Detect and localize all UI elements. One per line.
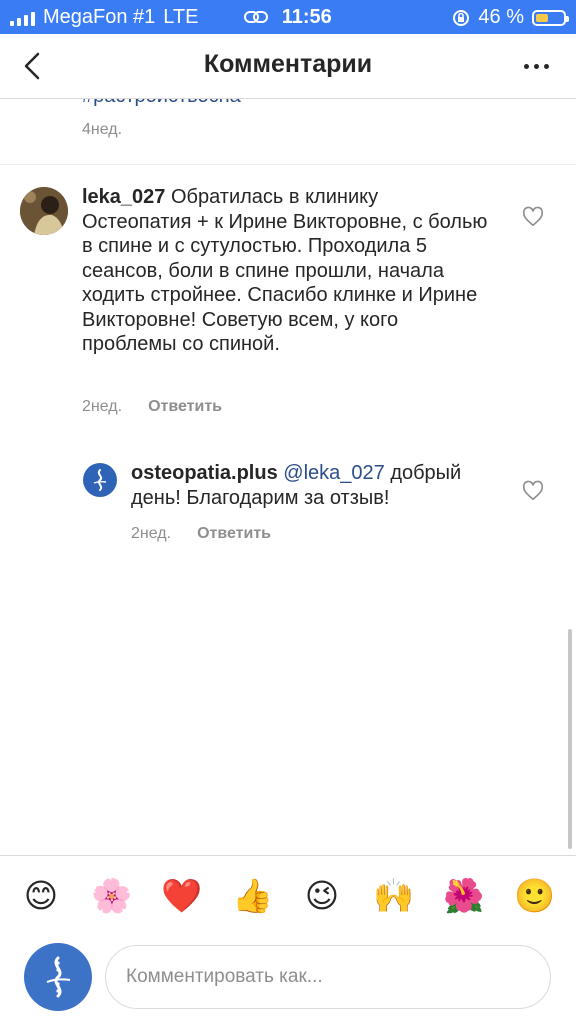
reply-button[interactable]: Ответить <box>197 525 271 543</box>
comments-list[interactable]: #растройствосна 4нед. leka_027 Обратилас… <box>0 99 576 855</box>
reply-body: osteopatia.plus @leka_027 добрый день! Б… <box>131 461 501 510</box>
emoji-raised-hands-button[interactable]: 🙌 <box>373 876 414 916</box>
page-title: Комментарии <box>203 50 373 78</box>
status-right: 46 % <box>452 6 569 29</box>
emoji-slight-smile-button[interactable]: 🙂 <box>514 876 555 916</box>
battery-fill <box>536 13 548 22</box>
battery-icon <box>532 9 569 26</box>
spine-logo-icon <box>46 956 71 998</box>
more-options-button[interactable] <box>518 48 554 84</box>
battery-percent: 46 % <box>478 6 524 28</box>
reply-username[interactable]: osteopatia.plus <box>131 462 278 484</box>
comment-text: Обратилась в клинику Остеопатия + к Ирин… <box>82 186 488 355</box>
emoji-heart-button[interactable]: ❤️ <box>161 876 202 916</box>
hashtag-link[interactable]: #растройствосна <box>82 99 241 108</box>
reply-avatar[interactable] <box>83 463 117 497</box>
status-time: 11:56 <box>281 6 332 28</box>
spine-logo-icon <box>93 469 107 491</box>
user-photo-icon <box>20 187 68 235</box>
avatar[interactable] <box>20 187 68 235</box>
emoji-hibiscus-button[interactable]: 🌺 <box>443 876 484 916</box>
reply-time: 2нед. <box>131 525 172 542</box>
emoji-wink-button[interactable]: 😉 <box>302 876 342 916</box>
current-user-avatar[interactable] <box>24 943 92 1011</box>
comment-body: leka_027 Обратилась в клинику Остеопатия… <box>82 185 492 357</box>
divider <box>0 164 576 165</box>
comment-composer <box>0 937 576 1024</box>
reply-button[interactable]: Ответить <box>148 398 222 416</box>
status-bar: MegaFon #1 LTE 11:56 46 % <box>0 0 576 34</box>
heart-icon[interactable] <box>522 206 544 228</box>
comment-time: 2нед. <box>82 398 123 415</box>
reply-mention[interactable]: @leka_027 <box>283 462 384 484</box>
nav-bar: Комментарии <box>0 34 576 99</box>
heart-icon[interactable] <box>522 480 544 502</box>
emoji-smile-button[interactable]: 😊 <box>21 876 61 916</box>
prev-comment-time: 4нед. <box>82 121 123 138</box>
scrollbar[interactable] <box>568 629 572 849</box>
reply-meta: 2нед. Ответить <box>131 525 271 543</box>
link-icon <box>244 11 269 23</box>
more-horizontal-icon <box>523 63 529 69</box>
rotation-lock-icon <box>453 9 470 26</box>
comment-input[interactable] <box>105 945 551 1009</box>
emoji-blossom-button[interactable]: 🌸 <box>91 876 132 916</box>
comment-meta: 2нед. Ответить <box>82 398 222 416</box>
emoji-bar: 😊 🌸 ❤️ 👍 😉 🙌 🌺 🙂 <box>0 855 576 938</box>
comment-username[interactable]: leka_027 <box>82 186 165 208</box>
emoji-thumbs-up-button[interactable]: 👍 <box>232 876 273 916</box>
